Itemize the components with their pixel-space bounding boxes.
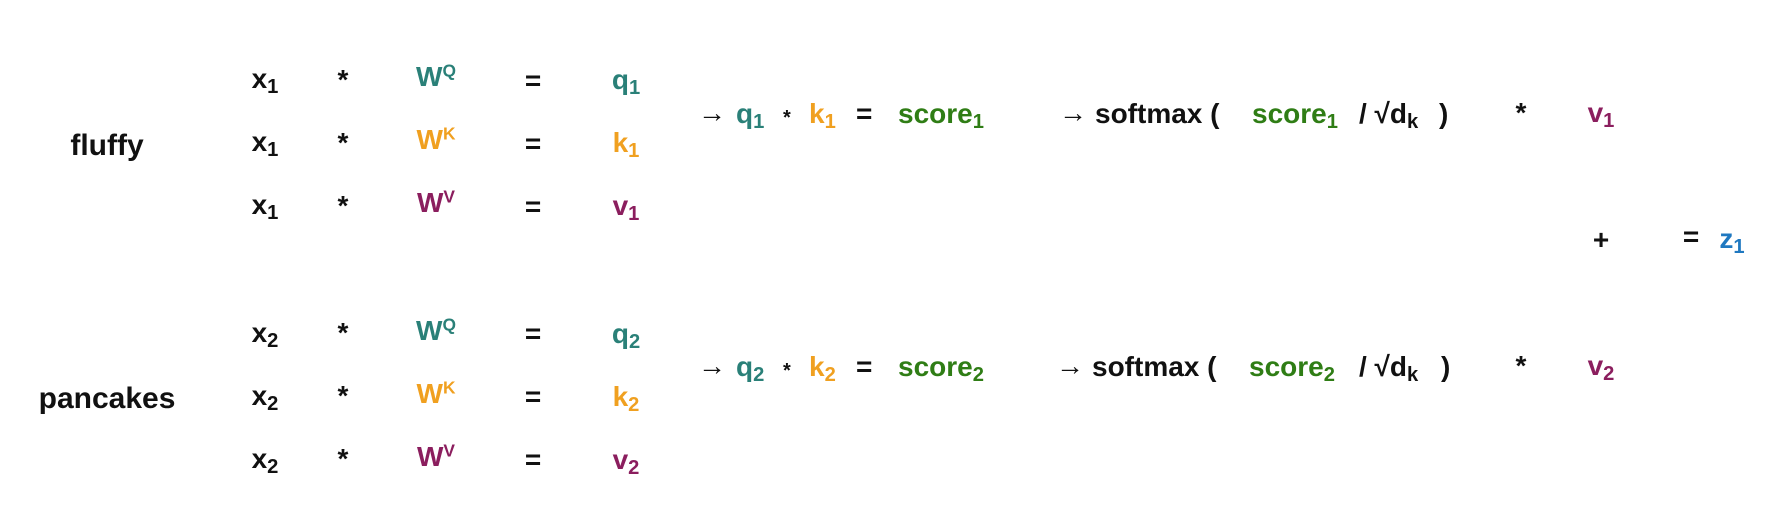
self-attention-diagram: fluffy x1 * WQ = q1 x1 * WK = k1 x1 * WV… (0, 0, 1782, 525)
equals-operator: = (524, 381, 542, 412)
equals-operator: = (524, 128, 542, 159)
equals-operator: = (524, 191, 542, 222)
sqrt-dk-divisor: / √dk (1359, 351, 1419, 387)
weight-query: WQ (416, 314, 456, 346)
multiply-operator: * (337, 190, 349, 221)
sqrt-dk-divisor: / √dk (1359, 98, 1419, 134)
scaled-score-1: score1 (1252, 98, 1338, 134)
multiply-operator: * (337, 127, 349, 158)
multiply-operator: * (337, 380, 349, 411)
input-x1: x1 (251, 63, 279, 99)
weighted-value-v2: v2 (1587, 350, 1615, 386)
flow-key-k1: k1 (809, 98, 836, 134)
score-2: score2 (898, 351, 984, 387)
equals-operator: = (524, 65, 542, 96)
softmax-label: softmax ( (1095, 98, 1220, 129)
value-vector-v2: v2 (612, 444, 640, 480)
score-1: score1 (898, 98, 984, 134)
output-z1: z1 (1719, 223, 1745, 259)
multiply-operator: * (1515, 350, 1527, 381)
plus-operator: + (1592, 224, 1610, 255)
weight-value: WV (416, 440, 456, 472)
query-vector-q1: q1 (611, 64, 641, 100)
key-vector-k1: k1 (612, 127, 640, 163)
query-vector-q2: q2 (611, 318, 641, 354)
flow-query-q1: q1 (736, 98, 765, 134)
multiply-operator: * (337, 317, 349, 348)
key-vector-k2: k2 (612, 381, 640, 417)
multiply-operator: * (337, 443, 349, 474)
close-paren: ) (1439, 98, 1449, 129)
close-paren: ) (1441, 351, 1451, 382)
weighted-value-v1: v1 (1587, 97, 1615, 133)
multiply-operator: * (337, 64, 349, 95)
input-x1: x1 (251, 189, 279, 225)
softmax-label: softmax ( (1092, 351, 1217, 382)
scaled-score-2: score2 (1249, 351, 1335, 387)
weight-value: WV (416, 186, 456, 218)
equals-operator: = (1682, 221, 1700, 252)
arrow-icon: → (1056, 350, 1084, 381)
arrow-icon: → (698, 97, 726, 128)
equals-operator: = (856, 351, 873, 382)
input-x2: x2 (251, 380, 279, 416)
flow-key-k2: k2 (809, 351, 836, 387)
arrow-icon: → (1059, 97, 1087, 128)
token-word-fluffy: fluffy (70, 129, 144, 162)
arrow-icon: → (698, 350, 726, 381)
multiply-operator: * (1515, 97, 1527, 128)
token-word-pancakes: pancakes (38, 382, 176, 415)
input-x1: x1 (251, 126, 279, 162)
equals-operator: = (856, 98, 873, 129)
dot-product-operator: * (783, 107, 791, 129)
input-x2: x2 (251, 317, 279, 353)
equals-operator: = (524, 318, 542, 349)
equals-operator: = (524, 444, 542, 475)
dot-product-operator: * (783, 360, 791, 382)
value-vector-v1: v1 (612, 190, 640, 226)
weight-query: WQ (416, 60, 456, 92)
input-x2: x2 (251, 443, 279, 479)
flow-query-q2: q2 (736, 351, 765, 387)
weight-key: WK (416, 123, 456, 155)
weight-key: WK (416, 377, 456, 409)
